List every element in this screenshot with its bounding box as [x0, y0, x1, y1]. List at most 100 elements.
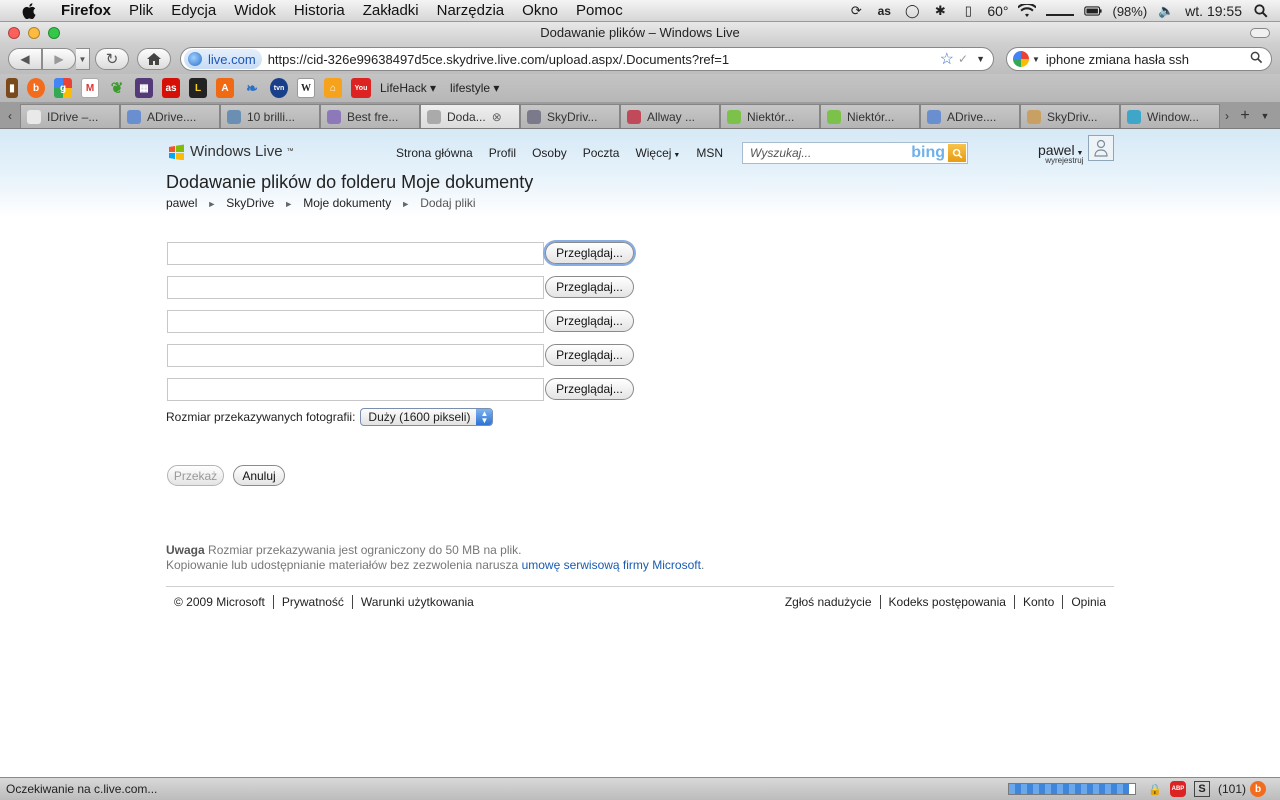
file-path-input[interactable] — [167, 275, 544, 299]
footer-privacy-link[interactable]: Prywatność — [272, 595, 352, 609]
browse-button[interactable]: Przeglądaj... — [545, 378, 634, 400]
browse-button[interactable]: Przeglądaj... — [545, 242, 634, 264]
file-path-input[interactable] — [167, 343, 544, 367]
site-search-box[interactable]: Wyszukaj... bing — [742, 142, 968, 164]
clipboard-icon[interactable]: ▯ — [959, 3, 977, 19]
browser-tab[interactable]: Allway ... — [620, 104, 720, 128]
reload-button[interactable]: ↻ — [95, 48, 129, 70]
bookmark-l-icon[interactable]: L — [189, 78, 207, 98]
toolbar-toggle-icon[interactable] — [1250, 28, 1270, 38]
file-path-input[interactable] — [167, 241, 544, 265]
new-tab-icon[interactable]: + — [1236, 104, 1254, 128]
adblock-icon[interactable]: ABP — [1169, 781, 1186, 797]
browser-tab[interactable]: Niektór... — [820, 104, 920, 128]
menu-narzedzia[interactable]: Narzędzia — [428, 0, 514, 22]
blogger-status-icon[interactable]: b — [1250, 781, 1266, 797]
upload-button[interactable]: Przekaż — [167, 465, 224, 486]
browse-button[interactable]: Przeglądaj... — [545, 276, 634, 298]
user-menu[interactable]: pawel ▼ wyrejestruj — [1038, 142, 1083, 165]
clock[interactable]: wt. 19:55 — [1185, 3, 1242, 19]
browser-tab[interactable]: ADrive.... — [920, 104, 1020, 128]
bookmark-youtube-icon[interactable]: You — [351, 78, 371, 98]
addon-s-icon[interactable]: S — [1193, 781, 1210, 797]
bookmark-gmail-icon[interactable]: M — [81, 78, 99, 98]
browser-tab[interactable]: Best fre... — [320, 104, 420, 128]
browser-search-input[interactable]: iphone zmiana hasła ssh — [1046, 52, 1250, 67]
browser-tab[interactable]: SkyDriv... — [1020, 104, 1120, 128]
browser-tab[interactable]: Doda... ⊗ — [420, 104, 520, 128]
wifi-icon[interactable] — [1018, 3, 1037, 19]
close-tab-icon[interactable]: ⊗ — [492, 110, 502, 124]
bookmark-tvn-icon[interactable]: tvn — [270, 78, 288, 98]
menu-zakladki[interactable]: Zakładki — [354, 0, 428, 22]
menu-okno[interactable]: Okno — [513, 0, 567, 22]
bookmark-google-icon[interactable]: g — [54, 78, 72, 98]
file-path-input[interactable] — [167, 377, 544, 401]
menu-app-name[interactable]: Firefox — [52, 0, 120, 22]
tabs-scroll-left-icon[interactable]: ‹ — [0, 104, 20, 128]
search-magnifier-icon[interactable] — [1250, 51, 1263, 67]
browser-tab[interactable]: 10 brilli... — [220, 104, 320, 128]
back-button[interactable]: ◀ — [8, 48, 42, 70]
volume-icon[interactable]: 🔈 — [1157, 3, 1175, 19]
file-path-input[interactable] — [167, 309, 544, 333]
browse-button[interactable]: Przeglądaj... — [545, 344, 634, 366]
site-search-input[interactable]: Wyszukaj... — [743, 146, 911, 160]
temperature-text[interactable]: 60° — [987, 3, 1008, 19]
menu-plik[interactable]: Plik — [120, 0, 162, 22]
nav-home[interactable]: Strona główna — [396, 146, 473, 160]
footer-terms-link[interactable]: Warunki użytkowania — [351, 595, 482, 609]
footer-account-link[interactable]: Konto — [1013, 595, 1062, 609]
bookmark-lastfm-icon[interactable]: as — [162, 78, 180, 98]
browser-tab[interactable]: ADrive.... — [120, 104, 220, 128]
search-engine-dropdown-icon[interactable]: ▼ — [1032, 55, 1040, 64]
tab-list-dropdown-icon[interactable]: ▼ — [1256, 104, 1274, 128]
sync-icon[interactable]: ⟳ — [847, 3, 865, 19]
google-search-engine-icon[interactable] — [1013, 51, 1029, 67]
service-agreement-link[interactable]: umowę serwisową firmy Microsoft — [522, 558, 701, 572]
bookmark-blogger-icon[interactable]: b — [27, 78, 45, 98]
nav-mail[interactable]: Poczta — [583, 146, 620, 160]
spotlight-search-icon[interactable] — [1252, 3, 1270, 19]
browser-tab[interactable]: Niektór... — [720, 104, 820, 128]
display-icon[interactable] — [1046, 6, 1075, 16]
bookmark-bird-icon[interactable]: ❧ — [243, 78, 261, 98]
history-dropdown-button[interactable]: ▼ — [76, 48, 90, 70]
search-button-icon[interactable] — [948, 144, 966, 162]
zoom-window-icon[interactable] — [48, 27, 60, 39]
footer-feedback-link[interactable]: Opinia — [1062, 595, 1106, 609]
windows-live-logo[interactable]: Windows Live ™ — [168, 143, 294, 160]
apple-menu-icon[interactable] — [20, 0, 38, 22]
menu-edycja[interactable]: Edycja — [162, 0, 225, 22]
home-button[interactable] — [137, 48, 171, 70]
lastfm-icon[interactable]: as — [875, 3, 893, 19]
close-window-icon[interactable] — [8, 27, 20, 39]
bookmark-a-icon[interactable]: A — [216, 78, 234, 98]
site-identity-button[interactable]: live.com — [184, 49, 262, 69]
url-dropdown-icon[interactable]: ▼ — [976, 54, 985, 64]
bookmark-wordpress-icon[interactable]: ⌂ — [324, 78, 342, 98]
nav-more[interactable]: Więcej ▼ — [635, 146, 680, 160]
breadcrumb-pawel[interactable]: pawel — [166, 196, 197, 212]
avatar[interactable] — [1088, 135, 1114, 161]
menu-historia[interactable]: Historia — [285, 0, 354, 22]
footer-code-of-conduct-link[interactable]: Kodeks postępowania — [879, 595, 1014, 609]
check-icon[interactable]: ✓ — [958, 52, 968, 66]
nav-profile[interactable]: Profil — [489, 146, 516, 160]
tabs-scroll-right-icon[interactable]: › — [1220, 104, 1234, 128]
bookmark-1-icon[interactable]: ▮ — [6, 78, 18, 98]
bookmark-leaf-icon[interactable]: ❦ — [108, 78, 126, 98]
lock-icon[interactable]: 🔒 — [1148, 783, 1162, 796]
paw-icon[interactable]: ✱ — [931, 3, 949, 19]
forward-button[interactable]: ▶ — [42, 48, 76, 70]
menu-pomoc[interactable]: Pomoc — [567, 0, 632, 22]
url-text[interactable]: https://cid-326e99638497d5ce.skydrive.li… — [268, 52, 940, 67]
minimize-window-icon[interactable] — [28, 27, 40, 39]
browser-tab[interactable]: SkyDriv... — [520, 104, 620, 128]
status-count[interactable]: (101) — [1218, 782, 1246, 796]
bookmark-star-icon[interactable]: ☆ — [940, 49, 954, 69]
browser-search-box[interactable]: ▼ iphone zmiana hasła ssh — [1006, 47, 1272, 71]
cancel-button[interactable]: Anuluj — [233, 465, 285, 486]
photo-size-select[interactable]: Duży (1600 pikseli) ▲ ▼ — [360, 408, 494, 426]
bookmark-folder-lifehack[interactable]: LifeHack ▾ — [380, 81, 436, 95]
